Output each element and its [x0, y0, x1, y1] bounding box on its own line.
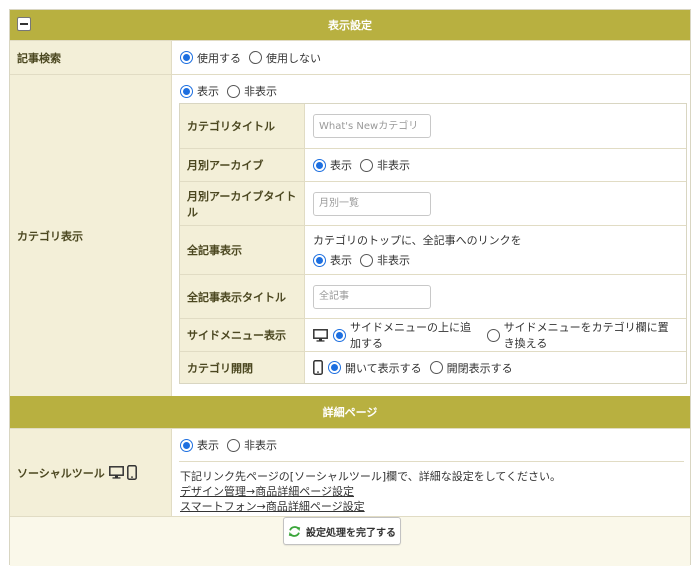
- article-search-use-label[interactable]: 使用する: [197, 50, 241, 66]
- category-open-toggle-label[interactable]: 開閉表示する: [447, 360, 513, 376]
- side-menu-replace-label[interactable]: サイドメニューをカテゴリ欄に置き換える: [504, 319, 678, 351]
- all-articles-row: 全記事表示 カテゴリのトップに、全記事へのリンクを 表示 非表示: [180, 225, 686, 274]
- article-search-nouse-label[interactable]: 使用しない: [266, 50, 321, 66]
- side-menu-add-label[interactable]: サイドメニューの上に追加する: [350, 319, 479, 351]
- collapse-button[interactable]: [17, 17, 31, 31]
- category-open-options: 開いて表示する 開閉表示する: [313, 360, 686, 376]
- category-display-show-label[interactable]: 表示: [197, 83, 219, 99]
- monthly-archive-options: 表示 非表示: [313, 157, 686, 173]
- category-display-options: 表示 非表示: [180, 83, 285, 99]
- monthly-archive-hide-label[interactable]: 非表示: [377, 157, 410, 173]
- side-menu-row: サイドメニュー表示 サイドメニューの上に追加する サイドメニューをカテゴリ欄に置…: [180, 318, 686, 351]
- category-open-expanded-label[interactable]: 開いて表示する: [345, 360, 422, 376]
- category-title-row: カテゴリタイトル: [180, 104, 686, 148]
- category-open-row: カテゴリ開閉 開いて表示する 開閉表示する: [180, 351, 686, 383]
- social-tools-label-cell: ソーシャルツール: [10, 429, 172, 516]
- category-open-toggle-radio[interactable]: [429, 361, 443, 374]
- social-tools-info: 下記リンク先ページの[ソーシャルツール]欄で、詳細な設定をしてください。 デザイ…: [180, 469, 561, 514]
- social-tools-hide-label[interactable]: 非表示: [244, 437, 277, 453]
- monthly-archive-title-label: 月別アーカイブタイトル: [180, 182, 305, 225]
- side-menu-label: サイドメニュー表示: [180, 319, 305, 351]
- display-settings-header: 表示設定: [10, 10, 690, 40]
- minus-icon: [20, 23, 28, 25]
- monthly-archive-show-label[interactable]: 表示: [330, 157, 352, 173]
- monthly-archive-label: 月別アーカイブ: [180, 149, 305, 181]
- social-tools-options: 表示 非表示: [180, 437, 285, 453]
- side-menu-options: サイドメニューの上に追加する サイドメニューをカテゴリ欄に置き換える: [313, 319, 686, 351]
- article-search-row: 記事検索 使用する 使用しない: [10, 40, 690, 74]
- social-tools-note: 下記リンク先ページの[ソーシャルツール]欄で、詳細な設定をしてください。: [180, 470, 562, 483]
- category-display-hide-label[interactable]: 非表示: [244, 83, 277, 99]
- refresh-icon: [288, 525, 301, 537]
- all-articles-hide-label[interactable]: 非表示: [377, 252, 410, 268]
- all-articles-title-label: 全記事表示タイトル: [180, 275, 305, 318]
- all-articles-show-label[interactable]: 表示: [330, 252, 352, 268]
- monthly-archive-show-radio[interactable]: [313, 158, 326, 172]
- complete-settings-button[interactable]: 設定処理を完了する: [283, 517, 401, 545]
- side-menu-add-radio[interactable]: [333, 328, 346, 342]
- article-search-nouse-radio[interactable]: [249, 51, 262, 64]
- category-display-show-radio[interactable]: [180, 84, 193, 98]
- complete-settings-label[interactable]: 設定処理を完了する: [306, 524, 396, 539]
- desktop-icon: [108, 466, 124, 479]
- social-tools-divider: [179, 461, 684, 462]
- category-title-label: カテゴリタイトル: [180, 104, 305, 148]
- article-search-options: 使用する 使用しない: [180, 50, 329, 66]
- display-settings-title: 表示設定: [328, 19, 372, 32]
- all-articles-note: カテゴリのトップに、全記事へのリンクを: [313, 234, 522, 247]
- social-tools-show-label[interactable]: 表示: [197, 437, 219, 453]
- settings-panel: 表示設定 記事検索 使用する 使用しない カテゴリ表示 表示 非表示 カテゴリタ…: [9, 9, 691, 566]
- monthly-archive-hide-radio[interactable]: [360, 158, 373, 172]
- smartphone-icon: [313, 360, 323, 375]
- category-display-row: カテゴリ表示 表示 非表示 カテゴリタイトル 月別アーカイブ: [10, 74, 690, 396]
- category-display-label: カテゴリ表示: [10, 75, 172, 396]
- smartphone-icon: [126, 465, 137, 480]
- social-tools-label: ソーシャルツール: [17, 466, 105, 480]
- social-tools-hide-radio[interactable]: [227, 438, 240, 452]
- social-tools-show-radio[interactable]: [180, 438, 193, 452]
- all-articles-title-row: 全記事表示タイトル: [180, 274, 686, 318]
- all-articles-show-radio[interactable]: [313, 253, 326, 267]
- monthly-archive-row: 月別アーカイブ 表示 非表示: [180, 148, 686, 181]
- all-articles-hide-radio[interactable]: [360, 253, 373, 267]
- smartphone-detail-link[interactable]: スマートフォン→商品詳細ページ設定: [180, 500, 365, 513]
- all-articles-title-input[interactable]: [313, 284, 431, 309]
- category-open-label: カテゴリ開閉: [180, 352, 305, 383]
- category-open-expanded-radio[interactable]: [328, 361, 341, 374]
- monthly-archive-title-input[interactable]: [313, 191, 431, 216]
- detail-page-title: 詳細ページ: [322, 406, 378, 419]
- article-search-use-radio[interactable]: [180, 51, 193, 64]
- category-sub-table: カテゴリタイトル 月別アーカイブ 表示 非表示: [179, 103, 687, 384]
- category-display-hide-radio[interactable]: [227, 84, 240, 98]
- article-search-label: 記事検索: [10, 41, 172, 74]
- all-articles-options: 表示 非表示: [313, 252, 686, 268]
- desktop-icon: [313, 328, 328, 342]
- detail-page-header: 詳細ページ: [10, 396, 690, 428]
- monthly-archive-title-row: 月別アーカイブタイトル: [180, 181, 686, 225]
- category-title-input[interactable]: [313, 114, 431, 138]
- design-detail-link[interactable]: デザイン管理→商品詳細ページ設定: [180, 485, 354, 498]
- social-tools-row: ソーシャルツール 表示 非表示 下記リンク先ページの[ソーシャルツール]欄で、詳…: [10, 428, 690, 516]
- all-articles-label: 全記事表示: [180, 226, 305, 274]
- side-menu-replace-radio[interactable]: [486, 328, 500, 342]
